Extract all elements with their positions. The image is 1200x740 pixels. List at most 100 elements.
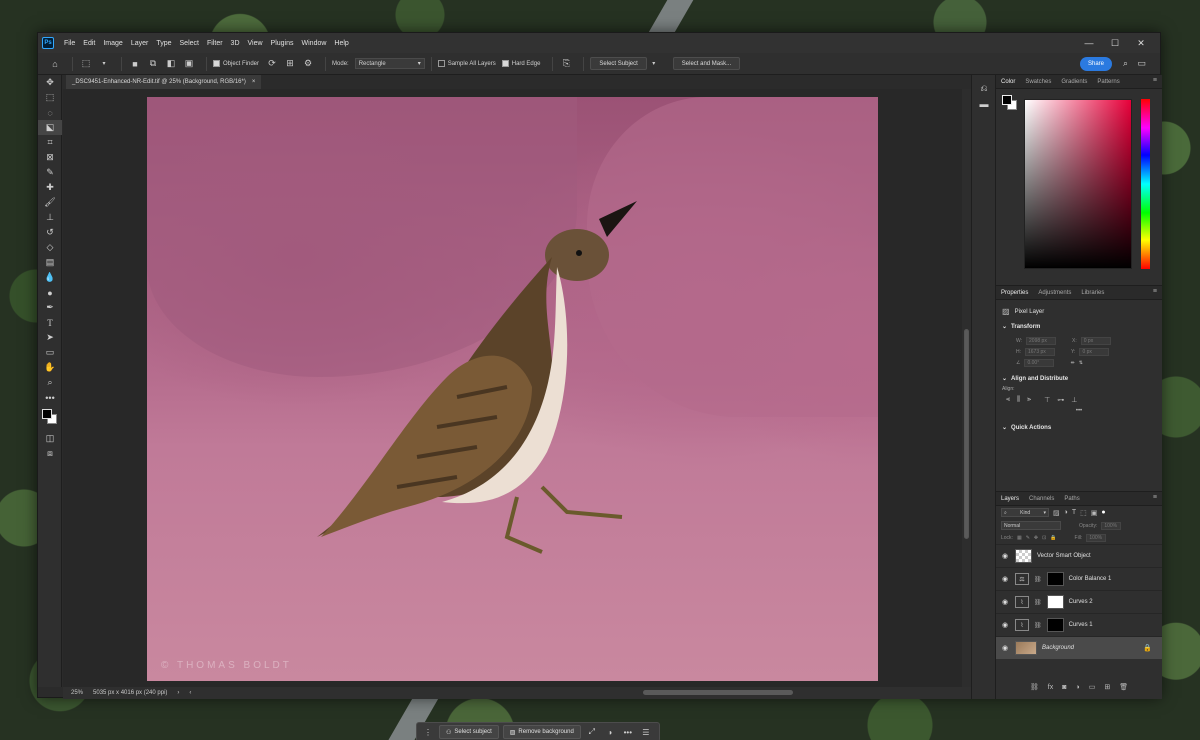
align-distribute-header[interactable]: ⌄ Align and Distribute: [1002, 371, 1156, 386]
sample-all-layers-checkbox[interactable]: Sample All Layers: [437, 60, 496, 67]
object-finder-checkbox[interactable]: Object Finder: [213, 60, 259, 67]
adjustment-layer-icon[interactable]: ◑: [1075, 684, 1079, 691]
eye-icon[interactable]: ◉: [1000, 575, 1010, 583]
eye-icon[interactable]: ◉: [1000, 644, 1010, 652]
blur-tool-icon[interactable]: 💧: [38, 270, 62, 285]
eye-icon[interactable]: ◉: [1000, 598, 1010, 606]
color-swatches-icon[interactable]: [38, 405, 62, 431]
lock-all-icon[interactable]: 🔒: [1050, 535, 1056, 541]
chevron-down-icon[interactable]: ▾: [647, 57, 661, 71]
hand-tool-icon[interactable]: ✋: [38, 360, 62, 375]
layer-row[interactable]: ◉ ⌇ ⛓ Curves 2: [996, 590, 1162, 613]
menu-type[interactable]: Type: [152, 40, 175, 47]
scroll-thumb[interactable]: [964, 329, 969, 539]
x-field[interactable]: 0 px: [1080, 337, 1111, 345]
more-tools-icon[interactable]: •••: [38, 390, 62, 405]
panel-menu-icon[interactable]: ≡: [1153, 77, 1157, 84]
eyedropper-tool-icon[interactable]: ✎: [38, 165, 62, 180]
layer-row[interactable]: ◉ ⚖ ⛓ Color Balance 1: [996, 567, 1162, 590]
panel-menu-icon[interactable]: ≡: [1153, 288, 1157, 295]
zoom-tool-icon[interactable]: ⌕: [38, 375, 62, 390]
path-selection-tool-icon[interactable]: ➤: [38, 330, 62, 345]
add-mask-icon[interactable]: ◙: [1062, 684, 1066, 691]
tab-channels[interactable]: Channels: [1029, 496, 1054, 502]
flip-vertical-icon[interactable]: ⇅: [1079, 360, 1083, 366]
tab-properties[interactable]: Properties: [1001, 290, 1028, 296]
tab-gradients[interactable]: Gradients: [1061, 79, 1087, 85]
tab-color[interactable]: Color: [1001, 79, 1015, 85]
tab-swatches[interactable]: Swatches: [1025, 79, 1051, 85]
eye-icon[interactable]: ◉: [1000, 552, 1010, 560]
width-field[interactable]: 2098 px: [1026, 337, 1057, 345]
comments-icon[interactable]: ▬: [972, 96, 996, 111]
chevron-right-icon[interactable]: ›: [177, 690, 179, 696]
menu-view[interactable]: View: [244, 40, 267, 47]
filter-type-icon[interactable]: T: [1072, 509, 1076, 516]
align-top-icon[interactable]: ⊤: [1044, 396, 1050, 404]
eye-icon[interactable]: ◉: [1000, 621, 1010, 629]
transform-header[interactable]: ⌄ Transform: [1002, 319, 1156, 334]
angle-field[interactable]: 0.00°: [1024, 359, 1055, 367]
tab-patterns[interactable]: Patterns: [1097, 79, 1119, 85]
select-subject-ctx-button[interactable]: ⚇ Select subject: [439, 725, 499, 739]
horizontal-scrollbar[interactable]: [643, 690, 793, 695]
pen-tool-icon[interactable]: ✒: [38, 300, 62, 315]
gear-icon[interactable]: ⚙: [301, 57, 315, 71]
menu-layer[interactable]: Layer: [127, 40, 153, 47]
select-subject-button[interactable]: Select Subject: [590, 57, 647, 70]
y-field[interactable]: 0 px: [1079, 348, 1110, 356]
panel-menu-icon[interactable]: ≡: [1153, 494, 1157, 501]
menu-select[interactable]: Select: [176, 40, 203, 47]
add-to-selection-icon[interactable]: ⧉: [146, 57, 160, 71]
align-right-icon[interactable]: ⫸: [1027, 396, 1031, 404]
menu-window[interactable]: Window: [298, 40, 331, 47]
type-tool-icon[interactable]: T: [38, 315, 62, 330]
color-field[interactable]: [1024, 99, 1132, 269]
close-icon[interactable]: ×: [252, 79, 256, 85]
opacity-field[interactable]: 100%: [1101, 521, 1122, 530]
tab-libraries[interactable]: Libraries: [1081, 290, 1104, 296]
filter-shape-icon[interactable]: ⬚: [1080, 509, 1087, 517]
tab-adjustments[interactable]: Adjustments: [1038, 290, 1071, 296]
select-and-mask-button[interactable]: Select and Mask...: [672, 57, 741, 70]
layer-row[interactable]: ◉ Vector Smart Object: [996, 544, 1162, 567]
align-left-icon[interactable]: ⫷: [1006, 396, 1010, 404]
settings-sliders-icon[interactable]: ☰: [639, 728, 653, 737]
remove-background-button[interactable]: ▨ Remove background: [502, 725, 581, 739]
search-icon[interactable]: ⌕: [1123, 58, 1128, 69]
history-brush-tool-icon[interactable]: ↺: [38, 225, 62, 240]
zoom-level[interactable]: 25%: [71, 690, 83, 696]
menu-file[interactable]: File: [60, 40, 79, 47]
intersect-selection-icon[interactable]: ▣: [182, 57, 196, 71]
hue-slider[interactable]: [1141, 99, 1150, 269]
clone-stamp-tool-icon[interactable]: ⊥: [38, 210, 62, 225]
object-selection-tool-icon[interactable]: ⬚: [79, 57, 93, 71]
filter-adjustment-icon[interactable]: ◑: [1064, 509, 1068, 516]
canvas-area[interactable]: © THOMAS BOLDT ⋮ ⚇ Select subject ▨ Remo…: [63, 89, 971, 740]
document-tab[interactable]: _DSC9451-Enhanced-NR-Edit.tif @ 25% (Bac…: [66, 75, 262, 89]
menu-image[interactable]: Image: [99, 40, 126, 47]
object-selection-tool-icon[interactable]: ⬕: [38, 120, 62, 135]
filter-pixel-icon[interactable]: ▨: [1053, 509, 1060, 517]
home-icon[interactable]: ⌂: [48, 57, 62, 71]
move-tool-icon[interactable]: ✥: [38, 75, 62, 90]
menu-plugins[interactable]: Plugins: [267, 40, 298, 47]
screen-mode-icon[interactable]: ⧈: [38, 446, 62, 461]
more-align-options[interactable]: •••: [1002, 408, 1156, 414]
flip-horizontal-icon[interactable]: ⇹: [1070, 360, 1074, 366]
new-selection-icon[interactable]: ■: [128, 57, 142, 71]
kind-filter-select[interactable]: ⌕ Kind ▾: [1001, 508, 1049, 517]
menu-help[interactable]: Help: [330, 40, 352, 47]
layer-row[interactable]: ◉ Background 🔒: [996, 636, 1162, 659]
menu-3d[interactable]: 3D: [227, 40, 244, 47]
foreground-color-swatch[interactable]: [1002, 95, 1012, 105]
filter-toggle-icon[interactable]: ●: [1101, 509, 1105, 516]
layer-row[interactable]: ◉ ⌇ ⛓ Curves 1: [996, 613, 1162, 636]
workspace-icon[interactable]: ▭: [1137, 58, 1146, 69]
new-layer-icon[interactable]: ⊞: [1104, 683, 1110, 691]
crop-tool-icon[interactable]: ⌗: [38, 135, 62, 150]
height-field[interactable]: 1673 px: [1025, 348, 1055, 356]
more-options-icon[interactable]: •••: [621, 728, 635, 737]
marquee-tool-icon[interactable]: ⬚: [38, 90, 62, 105]
quick-mask-icon[interactable]: ◫: [38, 431, 62, 446]
